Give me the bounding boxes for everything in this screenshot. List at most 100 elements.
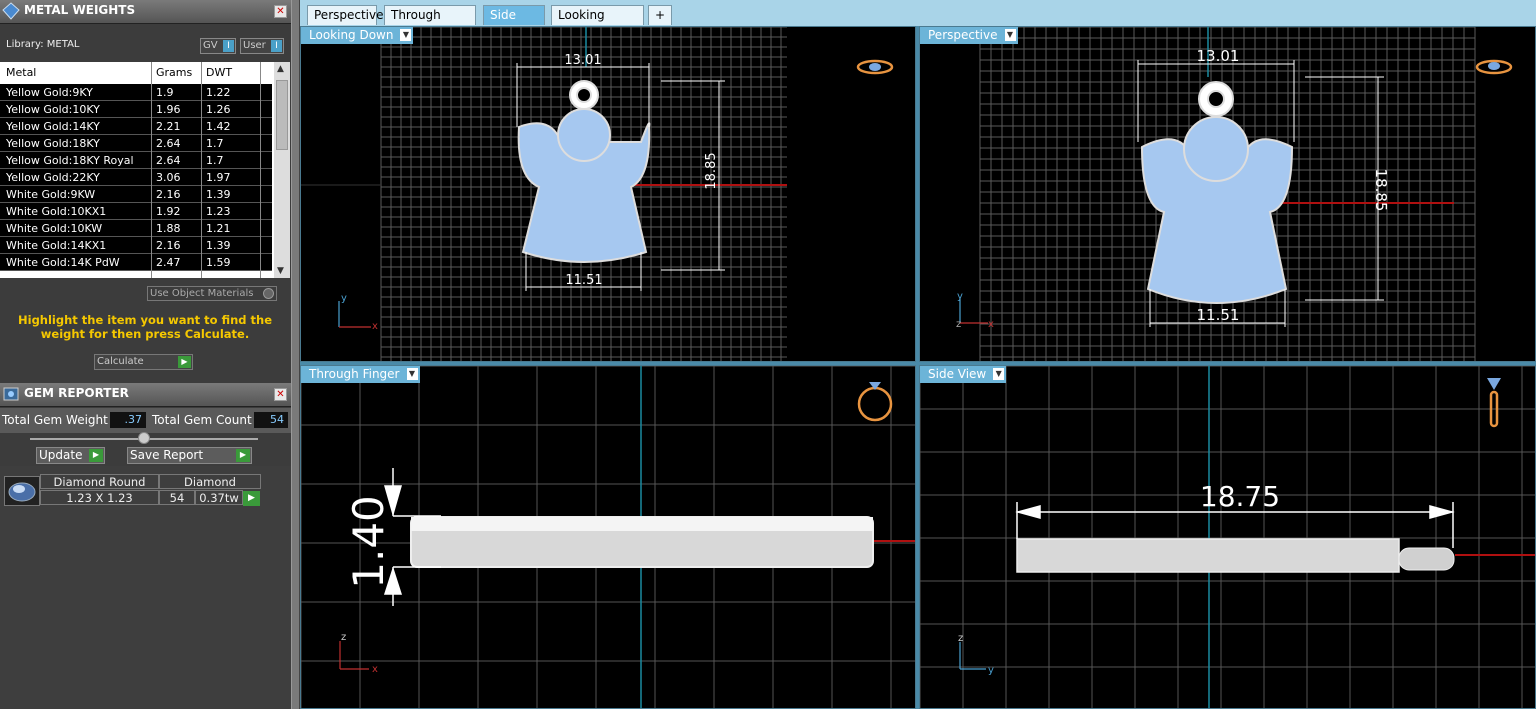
tab-looking-down[interactable]: Looking Down xyxy=(551,5,644,40)
chevron-down-icon[interactable]: ▼ xyxy=(400,29,412,41)
cell-metal: Yellow Gold:9KY xyxy=(6,86,93,99)
side-view-canvas: 18.75 z y xyxy=(920,366,1535,708)
viewport-side-view[interactable]: 18.75 z y Side View ▼ xyxy=(919,365,1536,709)
scroll-down-icon[interactable]: ▼ xyxy=(277,266,284,276)
round-gem-icon[interactable] xyxy=(4,476,40,506)
close-icon[interactable]: ✕ xyxy=(274,388,287,401)
dimension-width: 13.01 xyxy=(1197,47,1240,65)
table-row[interactable]: White Gold:14KX1 2.16 1.39 xyxy=(0,237,272,254)
table-row[interactable]: Yellow Gold:9KY 1.9 1.22 xyxy=(0,84,272,101)
metal-table-header: Metal Grams DWT xyxy=(0,62,272,84)
viewport-label-perspective[interactable]: Perspective ▼ xyxy=(920,27,1018,44)
gem-slider-knob[interactable] xyxy=(138,432,150,444)
chevron-down-icon[interactable]: ▼ xyxy=(993,368,1005,380)
cell-dwt: 1.21 xyxy=(206,222,231,235)
looking-down-canvas: 13.01 18.85 11.51 y x xyxy=(301,27,894,361)
column-header-metal[interactable]: Metal xyxy=(6,66,36,79)
user-toggle-indicator: I xyxy=(271,40,282,52)
play-icon[interactable]: ▶ xyxy=(89,449,103,462)
close-icon[interactable]: ✕ xyxy=(274,5,287,18)
cell-dwt: 1.7 xyxy=(206,137,224,150)
metal-weights-titlebar: METAL WEIGHTS ✕ xyxy=(0,0,291,24)
table-row[interactable]: Yellow Gold:18KY Royal 2.64 1.7 xyxy=(0,152,272,169)
cell-dwt: 1.39 xyxy=(206,188,231,201)
cell-grams: 1.96 xyxy=(156,103,181,116)
cell-dwt: 1.22 xyxy=(206,86,231,99)
play-icon[interactable]: ▶ xyxy=(236,449,250,462)
total-gem-count-value: 54 xyxy=(254,412,288,428)
cell-grams: 3.06 xyxy=(156,171,181,184)
cell-dwt: 1.7 xyxy=(206,154,224,167)
table-row[interactable]: White Gold:10KW 1.88 1.21 xyxy=(0,220,272,237)
scrollbar-thumb[interactable] xyxy=(276,80,288,150)
column-divider xyxy=(201,62,202,278)
cell-dwt: 1.39 xyxy=(206,239,231,252)
metal-table-scrollbar[interactable]: ▲ ▼ xyxy=(274,62,290,278)
gem-material: Diamond xyxy=(159,474,261,489)
dimension-bottom-width: 11.51 xyxy=(565,273,602,288)
axis-indicator xyxy=(338,301,371,328)
axis-label-z: z xyxy=(958,633,963,644)
gem-count: 54 xyxy=(159,490,195,505)
viewport-label-text: Perspective xyxy=(928,28,998,42)
viewport-label-looking-down[interactable]: Looking Down ▼ xyxy=(301,27,414,44)
total-gem-count-label: Total Gem Count xyxy=(152,413,252,427)
cell-metal: Yellow Gold:18KY xyxy=(6,137,100,150)
save-report-label: Save Report xyxy=(130,448,204,462)
gv-toggle[interactable]: GV I xyxy=(200,38,236,54)
viewport-perspective[interactable]: 13.01 18.85 11.51 y x z Perspective ▼ xyxy=(919,26,1536,362)
viewport-label-text: Side View xyxy=(928,367,987,381)
use-object-materials-checkbox[interactable]: Use Object Materials xyxy=(147,286,277,301)
gv-toggle-indicator: I xyxy=(223,40,234,52)
cell-grams: 2.47 xyxy=(156,256,181,269)
metal-table: Metal Grams DWT Yellow Gold:9KY 1.9 1.22 Ye… xyxy=(0,62,290,278)
calculate-button[interactable]: Calculate ▶ xyxy=(94,354,193,370)
gem-totals-bar: Total Gem Weight .37 Total Gem Count 54 xyxy=(0,408,291,433)
tab-side-view[interactable]: Side View xyxy=(483,5,545,40)
cell-grams: 1.9 xyxy=(156,86,174,99)
tab-through-finger[interactable]: Through Finger xyxy=(384,5,476,40)
axis-label-z: z xyxy=(956,319,961,330)
cell-metal: Yellow Gold:14KY xyxy=(6,120,100,133)
radio-icon[interactable] xyxy=(263,288,274,299)
user-toggle-label: User xyxy=(243,40,266,51)
metal-weights-title: METAL WEIGHTS xyxy=(24,3,136,17)
total-gem-weight-label: Total Gem Weight xyxy=(2,413,108,427)
save-report-button[interactable]: Save Report ▶ xyxy=(127,447,252,464)
panel-splitter[interactable] xyxy=(291,0,300,709)
scroll-up-icon[interactable]: ▲ xyxy=(277,64,284,74)
table-row[interactable]: White Gold:14K PdW 2.47 1.59 xyxy=(0,254,272,271)
plus-icon[interactable]: + xyxy=(648,5,672,25)
play-icon[interactable]: ▶ xyxy=(178,356,191,368)
table-row[interactable]: White Gold:10KX1 1.92 1.23 xyxy=(0,203,272,220)
update-button[interactable]: Update ▶ xyxy=(36,447,105,464)
cell-dwt: 1.42 xyxy=(206,120,231,133)
chevron-down-icon[interactable]: ▼ xyxy=(406,368,418,380)
cell-grams: 2.64 xyxy=(156,137,181,150)
viewport-through-finger[interactable]: 1.40 z x Through Finger ▼ xyxy=(300,365,916,709)
table-row[interactable]: Yellow Gold:18KY 2.64 1.7 xyxy=(0,135,272,152)
calculate-hint: Highlight the item you want to find the … xyxy=(18,313,272,341)
table-row[interactable]: Yellow Gold:10KY 1.96 1.26 xyxy=(0,101,272,118)
viewport-label-side-view[interactable]: Side View ▼ xyxy=(920,366,1007,383)
cell-metal: Yellow Gold:10KY xyxy=(6,103,100,116)
gem-row[interactable]: Diamond Round Diamond 1.23 X 1.23 54 0.3… xyxy=(40,474,261,506)
tab-perspective[interactable]: Perspective xyxy=(307,5,384,25)
play-icon[interactable]: ▶ xyxy=(243,491,260,506)
viewport-label-through-finger[interactable]: Through Finger ▼ xyxy=(301,366,420,383)
viewport-label-text: Through Finger xyxy=(309,367,400,381)
gem-reporter-titlebar: GEM REPORTER ✕ xyxy=(0,383,291,407)
table-row[interactable]: Yellow Gold:14KY 2.21 1.42 xyxy=(0,118,272,135)
column-header-grams[interactable]: Grams xyxy=(156,66,192,79)
chevron-down-icon[interactable]: ▼ xyxy=(1004,29,1016,41)
viewport-label-text: Looking Down xyxy=(309,28,394,42)
user-toggle[interactable]: User I xyxy=(240,38,284,54)
axis-label-y: y xyxy=(988,665,994,676)
axis-label-z: z xyxy=(341,632,346,643)
column-header-dwt[interactable]: DWT xyxy=(206,66,232,79)
viewport-looking-down[interactable]: 13.01 18.85 11.51 y x Looking Down ▼ xyxy=(300,26,916,362)
table-row[interactable]: Yellow Gold:22KY 3.06 1.97 xyxy=(0,169,272,186)
cell-metal: Yellow Gold:22KY xyxy=(6,171,100,184)
table-row[interactable]: White Gold:9KW 2.16 1.39 xyxy=(0,186,272,203)
axis-indicator xyxy=(959,299,988,324)
